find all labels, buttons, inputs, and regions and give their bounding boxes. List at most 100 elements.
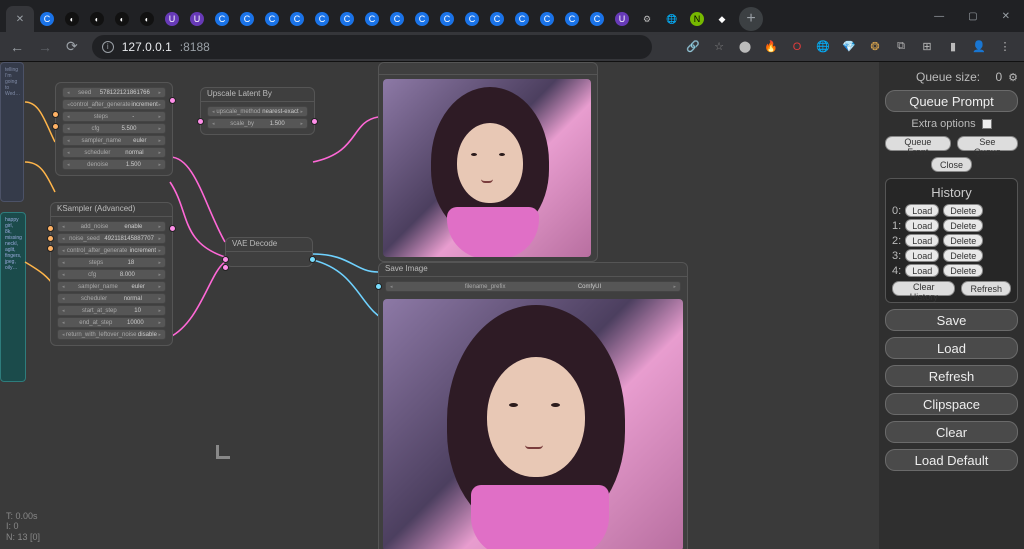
- widget-row[interactable]: ◂return_with_leftover_noisedisable▸: [57, 329, 166, 340]
- extra-options[interactable]: Extra options: [885, 118, 1018, 130]
- close-button[interactable]: Close: [931, 157, 972, 172]
- tab[interactable]: C: [310, 6, 334, 32]
- new-tab-button[interactable]: +: [739, 7, 763, 31]
- nav-back-icon[interactable]: ←: [10, 39, 24, 55]
- widget-row[interactable]: ◂filename_prefixComfyUI▸: [385, 281, 681, 292]
- window-close[interactable]: ✕: [1002, 11, 1010, 22]
- tab[interactable]: U: [160, 6, 184, 32]
- extension-icon[interactable]: 🌐: [814, 38, 832, 56]
- widget-row[interactable]: ◂denoise1.500▸: [62, 159, 166, 170]
- widget-row[interactable]: ◂seed578122121861766▸: [62, 87, 166, 98]
- node-upscale-latent[interactable]: Upscale Latent By ◂upscale_methodnearest…: [200, 87, 315, 135]
- widget-row[interactable]: ◂steps18▸: [57, 257, 166, 268]
- history-delete-button[interactable]: Delete: [943, 219, 983, 232]
- widget-row[interactable]: ◂upscale_methodnearest-exact▸: [207, 106, 308, 117]
- widget-row[interactable]: ◂start_at_step10▸: [57, 305, 166, 316]
- load-button[interactable]: Load: [885, 337, 1018, 359]
- tab[interactable]: ◐: [135, 6, 159, 32]
- history-delete-button[interactable]: Delete: [943, 249, 983, 262]
- tab[interactable]: C: [585, 6, 609, 32]
- extension-icon[interactable]: ⋮: [996, 38, 1014, 56]
- clear-button[interactable]: Clear: [885, 421, 1018, 443]
- widget-row[interactable]: ◂schedulernormal▸: [62, 147, 166, 158]
- tab[interactable]: ⚙: [635, 6, 659, 32]
- extension-icon[interactable]: 💎: [840, 38, 858, 56]
- gear-icon[interactable]: ⚙: [1008, 71, 1018, 84]
- extension-icon[interactable]: ⊞: [918, 38, 936, 56]
- tab[interactable]: C: [560, 6, 584, 32]
- node-sampler-top[interactable]: ◂seed578122121861766▸◂control_after_gene…: [55, 82, 173, 176]
- refresh-history-button[interactable]: Refresh: [961, 281, 1011, 296]
- history-load-button[interactable]: Load: [905, 219, 939, 232]
- widget-row[interactable]: ◂schedulernormal▸: [57, 293, 166, 304]
- history-delete-button[interactable]: Delete: [943, 204, 983, 217]
- tab[interactable]: U: [610, 6, 634, 32]
- queue-front-button[interactable]: Queue Front: [885, 136, 951, 151]
- tab[interactable]: C: [210, 6, 234, 32]
- site-info-icon[interactable]: i: [102, 41, 114, 53]
- save-button[interactable]: Save: [885, 309, 1018, 331]
- load-default-button[interactable]: Load Default: [885, 449, 1018, 471]
- extension-icon[interactable]: ⬤: [736, 38, 754, 56]
- extension-icon[interactable]: O: [788, 38, 806, 56]
- tab[interactable]: C: [285, 6, 309, 32]
- tab[interactable]: ◐: [110, 6, 134, 32]
- see-queue-button[interactable]: See Queue: [957, 136, 1018, 151]
- tab[interactable]: C: [385, 6, 409, 32]
- clipspace-button[interactable]: Clipspace: [885, 393, 1018, 415]
- extra-options-checkbox[interactable]: [982, 119, 992, 129]
- tab[interactable]: C: [485, 6, 509, 32]
- widget-row[interactable]: ◂add_noiseenable▸: [57, 221, 166, 232]
- history-delete-button[interactable]: Delete: [943, 234, 983, 247]
- window-minimize[interactable]: —: [934, 11, 944, 22]
- tab[interactable]: C: [35, 6, 59, 32]
- widget-row[interactable]: ◂control_after_generateincrement▸: [57, 245, 166, 256]
- extension-icon[interactable]: ▮: [944, 38, 962, 56]
- history-load-button[interactable]: Load: [905, 234, 939, 247]
- refresh-button[interactable]: Refresh: [885, 365, 1018, 387]
- tab[interactable]: C: [510, 6, 534, 32]
- node-preview-image[interactable]: [378, 62, 598, 262]
- widget-row[interactable]: ◂end_at_step10000▸: [57, 317, 166, 328]
- tab[interactable]: C: [410, 6, 434, 32]
- node-save-image[interactable]: Save Image ◂filename_prefixComfyUI▸: [378, 262, 688, 549]
- widget-row[interactable]: ◂control_after_generateincrement▸: [62, 99, 166, 110]
- node-vae-decode[interactable]: VAE Decode: [225, 237, 313, 267]
- extension-icon[interactable]: 👤: [970, 38, 988, 56]
- tab[interactable]: C: [535, 6, 559, 32]
- widget-row[interactable]: ◂cfg5.500▸: [62, 123, 166, 134]
- widget-row[interactable]: ◂cfg8.000▸: [57, 269, 166, 280]
- tab[interactable]: 🌐: [660, 6, 684, 32]
- widget-row[interactable]: ◂steps-▸: [62, 111, 166, 122]
- widget-row[interactable]: ◂sampler_nameeuler▸: [57, 281, 166, 292]
- history-load-button[interactable]: Load: [905, 204, 939, 217]
- widget-row[interactable]: ◂noise_seed492118145887707▸: [57, 233, 166, 244]
- tab[interactable]: U: [185, 6, 209, 32]
- extension-icon[interactable]: ☆: [710, 38, 728, 56]
- node-ksampler-advanced[interactable]: KSampler (Advanced) ◂add_noiseenable▸◂no…: [50, 202, 173, 346]
- window-maximize[interactable]: ▢: [968, 11, 977, 22]
- history-delete-button[interactable]: Delete: [943, 264, 983, 277]
- address-bar[interactable]: i 127.0.0.1:8188: [92, 35, 652, 59]
- tab[interactable]: ◐: [60, 6, 84, 32]
- tab[interactable]: C: [360, 6, 384, 32]
- tab-active[interactable]: ✕: [6, 6, 34, 32]
- widget-row[interactable]: ◂sampler_nameeuler▸: [62, 135, 166, 146]
- nav-reload-icon[interactable]: ⟳: [66, 38, 78, 55]
- queue-prompt-button[interactable]: Queue Prompt: [885, 90, 1018, 112]
- tab[interactable]: N: [685, 6, 709, 32]
- tab[interactable]: C: [435, 6, 459, 32]
- extension-icon[interactable]: ⧉: [892, 38, 910, 56]
- tab[interactable]: C: [260, 6, 284, 32]
- tab[interactable]: C: [235, 6, 259, 32]
- tab[interactable]: C: [335, 6, 359, 32]
- history-load-button[interactable]: Load: [905, 264, 939, 277]
- extension-icon[interactable]: 🔗: [684, 38, 702, 56]
- tab[interactable]: C: [460, 6, 484, 32]
- app-viewport[interactable]: tellingI'mgoingtoWed… happygirl,8k,missi…: [0, 62, 1024, 549]
- clear-history-button[interactable]: Clear History: [892, 281, 955, 296]
- history-load-button[interactable]: Load: [905, 249, 939, 262]
- extension-icon[interactable]: ❂: [866, 38, 884, 56]
- tab[interactable]: ◐: [85, 6, 109, 32]
- widget-row[interactable]: ◂scale_by1.500▸: [207, 118, 308, 129]
